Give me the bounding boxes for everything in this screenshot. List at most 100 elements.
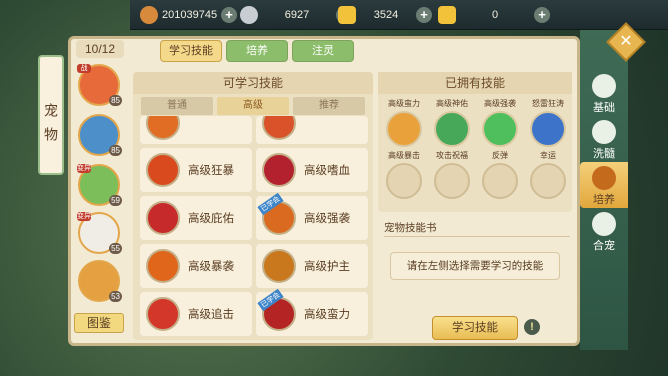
- owned-title: 已拥有技能: [378, 72, 572, 94]
- learn-skill-button[interactable]: 学习技能: [432, 316, 518, 340]
- empty-skill-slot[interactable]: [530, 163, 566, 199]
- pet-level: 85: [109, 145, 122, 156]
- pet-side-title: 宠物: [38, 55, 64, 175]
- owned-skill-name: 反弹: [492, 151, 508, 160]
- owned-skill-name: 高级蛮力: [388, 99, 420, 108]
- pet-level: 55: [109, 243, 122, 254]
- learned-badge: 已学会: [257, 192, 284, 216]
- skill-name: 高级追击: [188, 309, 234, 321]
- category-normal[interactable]: 普通: [141, 97, 213, 115]
- skill-item[interactable]: 高级暴袭: [140, 244, 252, 288]
- owned-skill-label: 高级暴击: [382, 150, 426, 162]
- pet-tag: 战: [77, 64, 91, 73]
- pet-slot-1[interactable]: 战 85: [77, 64, 122, 106]
- skill-book-title: 宠物技能书: [384, 222, 437, 234]
- skill-name: 高级蛮力: [304, 309, 350, 321]
- select-skill-hint: 请在左侧选择需要学习的技能: [390, 252, 560, 280]
- learnable-title: 可学习技能: [133, 72, 373, 94]
- skill-item[interactable]: 高级追击: [140, 292, 252, 336]
- pet-level: 53: [109, 291, 122, 302]
- nav-cultivate[interactable]: 培养: [580, 162, 628, 208]
- skill-name: 高级暴袭: [188, 261, 234, 273]
- owned-skill[interactable]: 怒雷狂涛: [526, 98, 570, 147]
- bloodlust-skill-icon: [262, 153, 296, 187]
- skill-item[interactable]: 高级狂暴: [140, 148, 252, 192]
- pet-slot-5[interactable]: 53: [78, 260, 122, 302]
- gold-treasure-icon: [438, 6, 456, 24]
- close-icon: ✕: [619, 33, 633, 50]
- owned-skill-label: 幸运: [526, 150, 570, 162]
- skill-item[interactable]: 高级庇佑: [140, 196, 252, 240]
- divider: [384, 236, 570, 237]
- owned-skill[interactable]: 高级神佑: [430, 98, 474, 147]
- skill-row-partial[interactable]: [256, 116, 368, 144]
- skill-name: 高级强袭: [304, 213, 350, 225]
- category-advanced[interactable]: 高级: [217, 97, 289, 115]
- empty-skill-slot[interactable]: [434, 163, 470, 199]
- tab-learn-skill[interactable]: 学习技能: [160, 40, 222, 62]
- cultivate-icon: [592, 166, 616, 190]
- burst-skill-icon: [146, 249, 180, 283]
- brute-force-skill-icon: [386, 111, 422, 147]
- rage-skill-icon: [146, 153, 180, 187]
- skill-item[interactable]: 已学会 高级蛮力: [256, 288, 368, 336]
- skill-row-partial[interactable]: [140, 116, 252, 144]
- tab-cultivate[interactable]: 培养: [226, 40, 288, 62]
- add-copper-button[interactable]: +: [221, 7, 238, 23]
- silver-value: 6927: [284, 9, 310, 21]
- divine-blessing-skill-icon: [434, 111, 470, 147]
- skill-name: 高级嗜血: [304, 165, 350, 177]
- owned-skill-label: 攻击祝福: [430, 150, 474, 162]
- skill-item[interactable]: 已学会 高级强袭: [256, 192, 368, 240]
- skill-item[interactable]: 高级护主: [256, 244, 368, 288]
- merge-icon: [592, 212, 616, 236]
- tab-bar: 学习技能 培养 注灵: [160, 40, 354, 62]
- empty-skill-slot[interactable]: [482, 163, 518, 199]
- owned-skill[interactable]: 高级强袭: [478, 98, 522, 147]
- nav-label: 基础: [593, 102, 615, 114]
- basic-icon: [592, 74, 616, 98]
- guardian-skill-icon: [262, 249, 296, 283]
- resource-copper: 201039745 +: [140, 5, 238, 25]
- nav-wash[interactable]: 洗髓: [580, 116, 628, 162]
- owned-skill-name: 幸运: [540, 151, 556, 160]
- owned-skill-name: 高级暴击: [388, 151, 420, 160]
- pursuit-skill-icon: [146, 297, 180, 331]
- resource-gold-ingot: 3524 +: [338, 5, 432, 25]
- add-gold-treasure-button[interactable]: +: [534, 7, 550, 23]
- pet-book-button[interactable]: 图鉴: [74, 313, 124, 333]
- pet-slot-2[interactable]: 85: [78, 114, 122, 156]
- learned-badge: 已学会: [257, 288, 284, 312]
- brute-force-skill-icon: 已学会: [257, 288, 296, 331]
- skill-name: 高级庇佑: [188, 213, 234, 225]
- skill-item[interactable]: 高级嗜血: [256, 148, 368, 192]
- assault-skill-icon: 已学会: [257, 192, 296, 235]
- owned-skill-name: 高级神佑: [436, 99, 468, 108]
- gold-ingot-icon: [338, 6, 356, 24]
- gold-ingot-value: 3524: [373, 9, 399, 21]
- pet-level: 85: [109, 95, 122, 106]
- copper-coin-icon: [140, 6, 158, 24]
- nav-basic[interactable]: 基础: [580, 70, 628, 116]
- pet-tag: 变异: [77, 212, 91, 221]
- wash-icon: [592, 120, 616, 144]
- pet-slot-3[interactable]: 变异 59: [77, 164, 122, 206]
- nav-label: 培养: [593, 194, 615, 206]
- add-gold-ingot-button[interactable]: +: [416, 7, 432, 23]
- pet-slot-4[interactable]: 变异 55: [77, 212, 122, 254]
- pet-level: 59: [109, 195, 122, 206]
- protection-skill-icon: [146, 201, 180, 235]
- resource-silver: 6927 +: [240, 5, 352, 25]
- info-icon[interactable]: !: [524, 319, 540, 335]
- nav-label: 洗髓: [593, 148, 615, 160]
- right-nav: 基础 洗髓 培养 合宠: [580, 30, 628, 350]
- owned-skill-name: 攻击祝福: [436, 151, 468, 160]
- owned-skill-label: 反弹: [478, 150, 522, 162]
- owned-skill-name: 高级强袭: [484, 99, 516, 108]
- fire-skill-icon: [146, 116, 180, 140]
- tab-infuse[interactable]: 注灵: [292, 40, 354, 62]
- owned-skill[interactable]: 高级蛮力: [382, 98, 426, 147]
- nav-merge[interactable]: 合宠: [580, 208, 628, 254]
- category-recommended[interactable]: 推荐: [293, 97, 365, 115]
- empty-skill-slot[interactable]: [386, 163, 422, 199]
